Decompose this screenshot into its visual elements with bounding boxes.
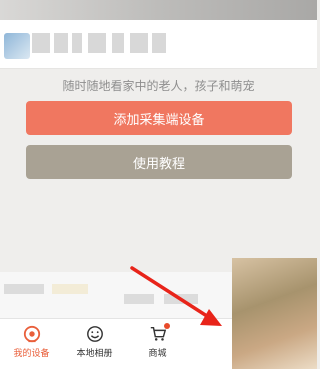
blurred-account-info (32, 33, 182, 53)
notification-badge (164, 323, 170, 329)
tab-local-album[interactable]: 本地相册 (63, 319, 126, 369)
tutorial-button[interactable]: 使用教程 (26, 145, 292, 179)
tab-my-devices[interactable]: 我的设备 (0, 319, 63, 369)
tagline-text: 随时随地看家中的老人，孩子和萌宠 (62, 79, 255, 93)
avatar (4, 33, 30, 59)
blurred-thumbnail (232, 258, 317, 369)
tab-label: 本地相册 (76, 349, 113, 359)
tab-label: 我的设备 (13, 349, 50, 359)
smile-icon (86, 326, 103, 342)
add-device-button[interactable]: 添加采集端设备 (26, 101, 292, 135)
tab-label: 商城 (148, 349, 167, 359)
status-bar (0, 0, 317, 20)
camera-icon (23, 325, 40, 343)
tab-store[interactable]: 商城 (126, 319, 189, 369)
blurred-content (4, 280, 224, 308)
